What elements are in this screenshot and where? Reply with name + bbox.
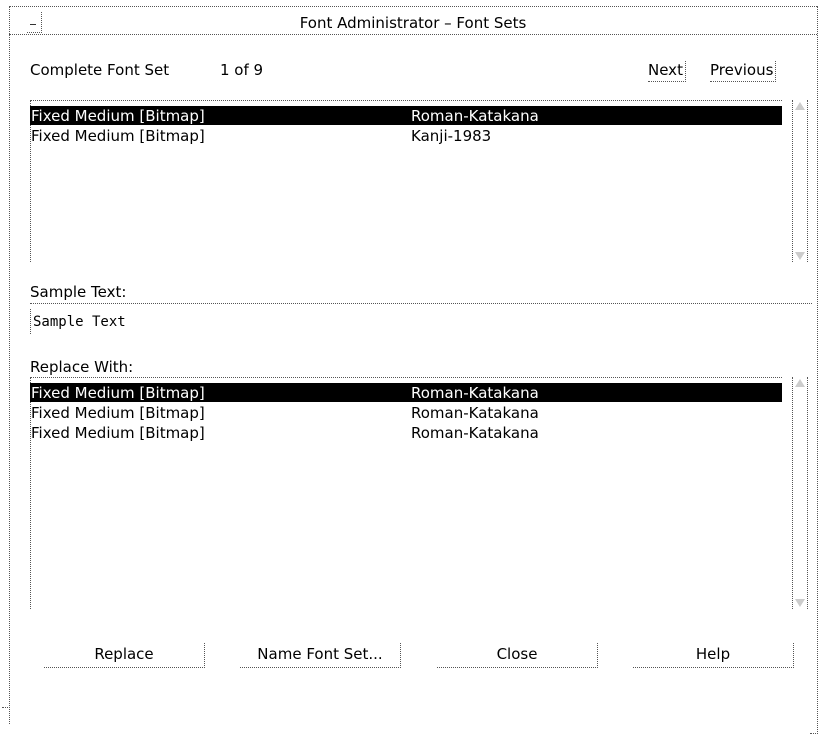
sample-text-field[interactable]: Sample Text — [33, 314, 126, 330]
scroll-up-arrow-icon[interactable] — [793, 377, 807, 391]
window-title: Font Administrator – Font Sets — [299, 14, 527, 32]
font-set-list-scrollbar[interactable] — [792, 100, 808, 262]
list-item-font: Fixed Medium [Bitmap] — [31, 107, 205, 125]
sample-text-field-border — [30, 309, 31, 334]
sample-text-divider — [30, 303, 812, 304]
sample-text-label: Sample Text: — [30, 283, 127, 301]
replace-list-scrollbar[interactable] — [792, 377, 808, 609]
font-set-label: Complete Font Set — [30, 61, 170, 79]
list-item-font: Fixed Medium [Bitmap] — [31, 384, 205, 402]
list-item[interactable]: Fixed Medium [Bitmap] Roman-Katakana — [30, 383, 782, 402]
replace-list[interactable]: Fixed Medium [Bitmap] Roman-Katakana Fix… — [30, 383, 782, 609]
help-button[interactable]: Help — [633, 643, 794, 668]
replace-with-label: Replace With: — [30, 358, 134, 376]
replace-list-top-border — [30, 377, 782, 378]
list-item[interactable]: Fixed Medium [Bitmap] Roman-Katakana — [30, 423, 782, 442]
font-set-list[interactable]: Fixed Medium [Bitmap] Roman-Katakana Fix… — [30, 106, 782, 262]
font-set-counter: 1 of 9 — [220, 61, 264, 79]
list-item-charset: Roman-Katakana — [411, 424, 539, 442]
scroll-up-arrow-icon[interactable] — [793, 100, 807, 114]
close-button[interactable]: Close — [437, 643, 598, 668]
name-font-set-button[interactable]: Name Font Set... — [240, 643, 401, 668]
list-item-charset: Kanji-1983 — [411, 127, 492, 145]
list-item-charset: Roman-Katakana — [411, 107, 539, 125]
font-set-list-top-border — [30, 100, 782, 101]
window-bottom-left-corner — [2, 707, 10, 708]
list-item[interactable]: Fixed Medium [Bitmap] Kanji-1983 — [30, 126, 782, 145]
scroll-down-arrow-icon[interactable] — [793, 595, 807, 609]
title-bar[interactable]: Font Administrator – Font Sets — [9, 6, 817, 35]
scroll-down-arrow-icon[interactable] — [793, 248, 807, 262]
window-right-border — [817, 6, 818, 734]
previous-button[interactable]: Previous — [710, 61, 777, 82]
list-item-font: Fixed Medium [Bitmap] — [31, 404, 205, 422]
next-button[interactable]: Next — [648, 61, 686, 82]
replace-button[interactable]: Replace — [44, 643, 205, 668]
window-left-border — [9, 6, 10, 724]
list-item-charset: Roman-Katakana — [411, 384, 539, 402]
list-item-font: Fixed Medium [Bitmap] — [31, 127, 205, 145]
list-item-font: Fixed Medium [Bitmap] — [31, 424, 205, 442]
list-item-charset: Roman-Katakana — [411, 404, 539, 422]
list-item[interactable]: Fixed Medium [Bitmap] Roman-Katakana — [30, 106, 782, 125]
list-item[interactable]: Fixed Medium [Bitmap] Roman-Katakana — [30, 403, 782, 422]
